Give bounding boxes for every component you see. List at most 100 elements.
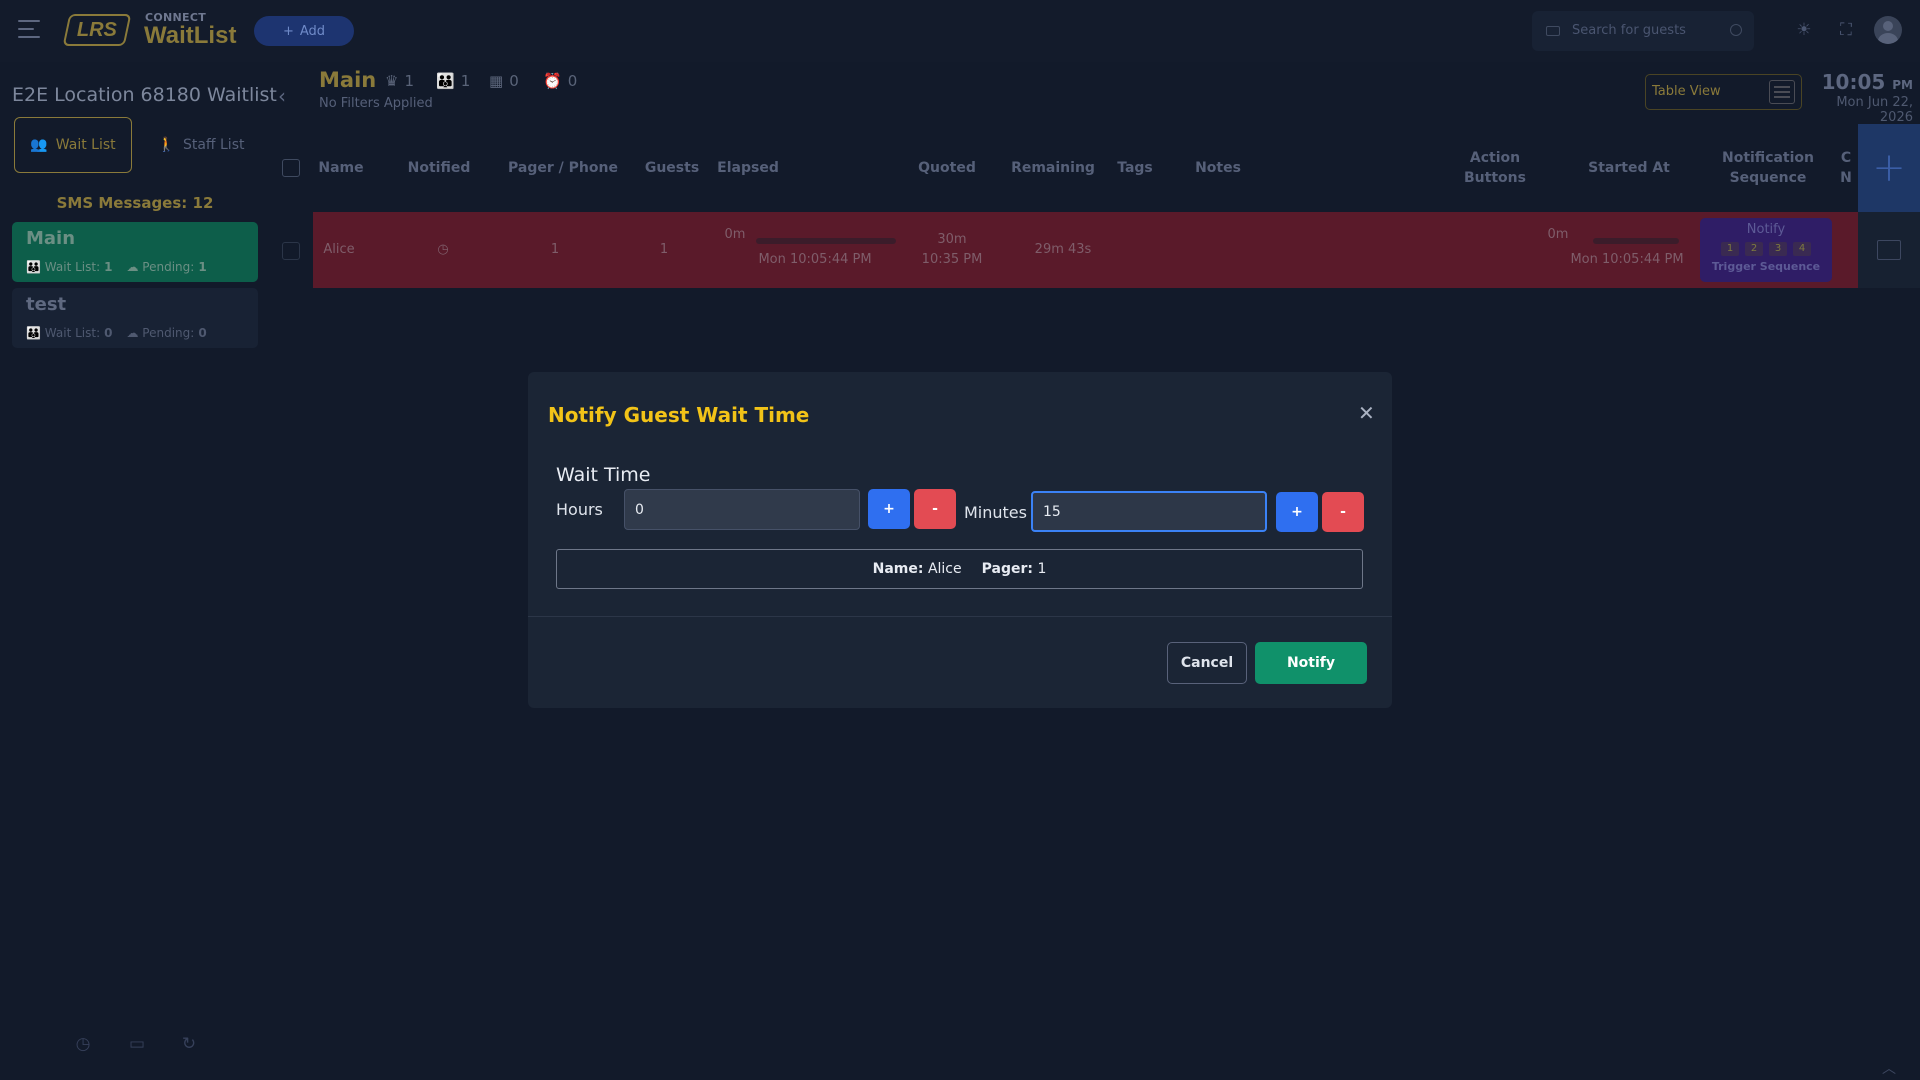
wait-time-label: Wait Time xyxy=(556,464,651,486)
waitlist-name: Main xyxy=(26,228,76,249)
table-row[interactable]: Alice ◷ 1 1 0m Mon 10:05:44 PM 30m 10:35… xyxy=(313,212,1858,288)
stat-alarms: ⏰ 0 xyxy=(543,72,578,90)
col-name[interactable]: Name xyxy=(316,136,366,200)
collapse-sidebar-icon[interactable]: ‹ xyxy=(278,84,286,108)
cloud-icon: ☁ xyxy=(126,260,139,274)
notified-clock-icon: ◷ xyxy=(437,242,449,257)
brand-title: WaitList xyxy=(144,22,237,49)
fullscreen-icon[interactable]: ⛶ xyxy=(1836,20,1856,40)
hours-decrement-button[interactable]: - xyxy=(914,489,956,529)
guests-icon: 👪 xyxy=(436,72,455,90)
staff-icon: 🚶 xyxy=(157,137,175,153)
message-icon[interactable] xyxy=(1877,240,1901,260)
col-notification-sequence[interactable]: Notification Sequence xyxy=(1712,136,1824,200)
search-box[interactable]: Search for guests xyxy=(1532,11,1754,51)
location-title: E2E Location 68180 Waitlist xyxy=(12,84,277,106)
sequence-step[interactable]: 2 xyxy=(1745,242,1763,256)
col-action-buttons[interactable]: Action Buttons xyxy=(1455,136,1535,200)
scroll-up-icon[interactable]: ︿ xyxy=(1882,1058,1896,1078)
cell-name: Alice xyxy=(323,242,355,257)
col-remaining[interactable]: Remaining xyxy=(998,136,1108,200)
tab-wait-list[interactable]: 👥 Wait List xyxy=(14,117,132,173)
sequence-step[interactable]: 3 xyxy=(1769,242,1787,256)
waitlist-stats: 👪 Wait List: 0 ☁ Pending: 0 xyxy=(26,326,207,340)
sequence-steps: 1 2 3 4 xyxy=(1700,242,1832,256)
col-quoted[interactable]: Quoted xyxy=(897,136,997,200)
row-side-panel xyxy=(1858,212,1920,288)
guest-info-bar: Name: Alice Pager: 1 xyxy=(556,549,1363,589)
cancel-button[interactable]: Cancel xyxy=(1167,642,1247,684)
minutes-increment-button[interactable]: + xyxy=(1276,492,1318,532)
col-started-at[interactable]: Started At xyxy=(1574,136,1684,200)
notification-sequence-widget[interactable]: Notify 1 2 3 4 Trigger Sequence xyxy=(1700,218,1832,282)
cell-started-time: Mon 10:05:44 PM xyxy=(1570,252,1684,267)
waitlist-card-main[interactable]: Main 👪 Wait List: 1 ☁ Pending: 1 xyxy=(12,222,258,282)
cell-elapsed-time: Mon 10:05:44 PM xyxy=(758,252,872,267)
notify-button[interactable]: Notify xyxy=(1255,642,1367,684)
group-icon: 👪 xyxy=(26,260,41,274)
clock: 10:05 PM Mon Jun 22, 2026 xyxy=(1821,70,1913,125)
group-icon: 👪 xyxy=(26,326,41,340)
cloud-icon: ☁ xyxy=(126,326,139,340)
table-header: Name Notified Pager / Phone Guests Elaps… xyxy=(272,136,1858,200)
user-avatar[interactable] xyxy=(1874,16,1902,44)
sequence-step[interactable]: 1 xyxy=(1721,242,1739,256)
sidebar-tabs: 👥 Wait List 🚶 Staff List xyxy=(14,117,258,173)
dialog-divider xyxy=(528,616,1392,617)
stat-parties: ♛ 1 xyxy=(385,72,414,90)
col-tags[interactable]: Tags xyxy=(1110,136,1160,200)
row-checkbox[interactable] xyxy=(282,242,300,260)
col-pager-phone[interactable]: Pager / Phone xyxy=(493,136,633,200)
party-icon: ♛ xyxy=(385,72,399,90)
minutes-decrement-button[interactable]: - xyxy=(1322,492,1364,532)
table-icon xyxy=(1769,80,1795,104)
add-row-button[interactable]: + xyxy=(1858,124,1920,212)
refresh-icon[interactable]: ↻ xyxy=(178,1034,200,1054)
minutes-input[interactable] xyxy=(1031,491,1267,532)
keyboard-icon xyxy=(1546,26,1560,36)
search-icon[interactable] xyxy=(1730,24,1742,36)
col-truncated[interactable]: C N xyxy=(1834,136,1858,200)
filter-status: No Filters Applied xyxy=(319,96,433,111)
tab-staff-list[interactable]: 🚶 Staff List xyxy=(144,117,258,173)
theme-toggle-icon[interactable]: ☀ xyxy=(1794,20,1814,40)
cell-remaining: 29m 43s xyxy=(1034,242,1092,257)
cell-quoted: 30m 10:35 PM xyxy=(921,232,983,267)
minutes-label: Minutes xyxy=(964,503,1027,522)
notify-wait-time-dialog: Notify Guest Wait Time ✕ Wait Time Hours… xyxy=(528,372,1392,708)
users-icon: 👥 xyxy=(30,137,48,153)
notify-sequence-button[interactable]: Notify xyxy=(1700,222,1832,237)
stat-guests: 👪 1 xyxy=(436,72,471,90)
hours-input[interactable] xyxy=(624,489,860,530)
search-input[interactable]: Search for guests xyxy=(1572,23,1686,38)
col-elapsed[interactable]: Elapsed xyxy=(678,136,818,200)
sms-counter: SMS Messages: 12 xyxy=(56,194,214,212)
hours-increment-button[interactable]: + xyxy=(868,489,910,529)
select-all-checkbox[interactable] xyxy=(282,159,300,177)
col-notes[interactable]: Notes xyxy=(1188,136,1248,200)
stat-reservations: ▦ 0 xyxy=(489,72,519,90)
sequence-step[interactable]: 4 xyxy=(1793,242,1811,256)
guest-name-info: Name: Alice xyxy=(872,561,962,577)
lrs-logo: LRS xyxy=(62,14,132,46)
trigger-sequence-button[interactable]: Trigger Sequence xyxy=(1700,260,1832,273)
waitlist-name: test xyxy=(26,294,67,315)
hours-label: Hours xyxy=(556,500,603,519)
dialog-title: Notify Guest Wait Time xyxy=(548,403,810,427)
col-notified[interactable]: Notified xyxy=(404,136,474,200)
hamburger-menu-icon[interactable] xyxy=(18,20,40,38)
cell-pager: 1 xyxy=(550,242,560,257)
page-title: Main xyxy=(319,68,377,92)
close-icon[interactable]: ✕ xyxy=(1358,403,1375,423)
table-view-select[interactable]: Table View xyxy=(1645,74,1802,110)
calendar-icon: ▦ xyxy=(489,72,504,90)
monitor-icon[interactable]: ▭ xyxy=(126,1034,148,1054)
alarm-icon: ⏰ xyxy=(543,72,562,90)
cell-guests: 1 xyxy=(659,242,669,257)
waitlist-stats: 👪 Wait List: 1 ☁ Pending: 1 xyxy=(26,260,207,274)
history-icon[interactable]: ◷ xyxy=(72,1034,94,1054)
waitlist-card-test[interactable]: test 👪 Wait List: 0 ☁ Pending: 0 xyxy=(12,288,258,348)
plus-icon: + xyxy=(282,23,294,39)
add-guest-button[interactable]: + Add xyxy=(254,16,354,46)
top-bar: LRS CONNECT WaitList + Add Search for gu… xyxy=(0,0,1920,62)
